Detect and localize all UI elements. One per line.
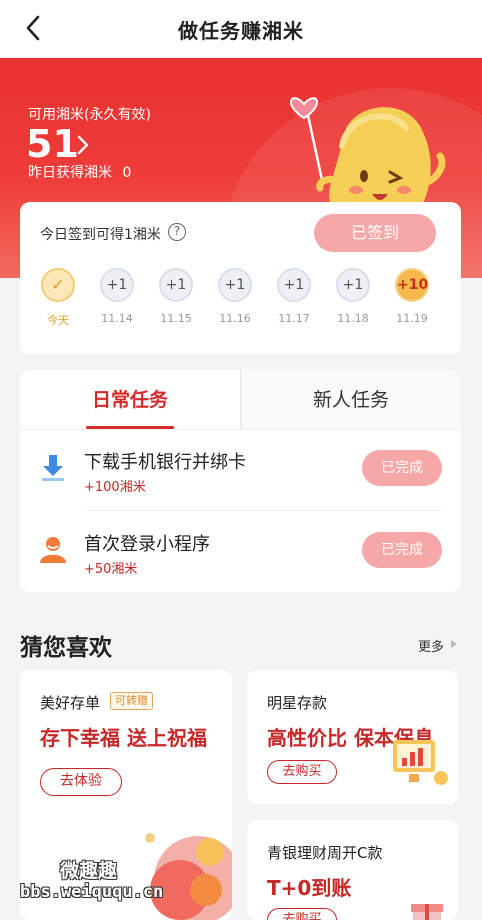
yesterday-value: 0 — [122, 165, 132, 181]
task-divider — [84, 510, 442, 511]
product-slogan: 存下幸福 送上祝福 — [40, 726, 207, 750]
product-name: 美好存单 — [40, 694, 101, 712]
watermark: 微趣趣 bbs.weiququ.cn — [20, 856, 170, 912]
recommend-title: 猜您喜欢 — [20, 635, 112, 661]
reward-coin: +1 — [218, 268, 252, 302]
task-reward: +100湘米 — [84, 480, 146, 495]
app-page: 做任务赚湘米 可用湘米(永久有效) 51 昨日获得湘米 0 今日签到可得1湘米 … — [0, 0, 482, 920]
sign-in-day: +1 11.16 — [215, 268, 255, 325]
product-name: 明星存款 — [267, 694, 328, 712]
sign-in-day-label: 11.16 — [219, 312, 251, 325]
page-title: 做任务赚湘米 — [178, 18, 304, 43]
task-tabs: 日常任务 新人任务 — [20, 370, 461, 430]
watermark-line2: bbs.weiququ.cn — [20, 882, 164, 902]
checkmark-coin-icon: ✓ — [41, 268, 75, 302]
gift-box-icon — [411, 904, 443, 920]
sign-in-day: +1 11.14 — [97, 268, 137, 325]
sign-in-tip: 今日签到可得1湘米 — [40, 227, 161, 243]
sign-in-day-label: 今天 — [47, 314, 69, 327]
tab-newbie-tasks[interactable]: 新人任务 — [241, 370, 461, 430]
user-avatar-icon — [40, 537, 66, 563]
more-link[interactable]: 更多 — [418, 636, 444, 655]
product-card-wealth[interactable]: 青银理财周开C款 T+0到账 去购买 — [247, 820, 458, 920]
task-item: 首次登录小程序 +50湘米 已完成 — [20, 512, 461, 592]
product-card-star-deposit[interactable]: 明星存款 高性价比 保本保息 去购买 — [247, 670, 458, 804]
task-item: 下载手机银行并绑卡 +100湘米 已完成 — [20, 430, 461, 510]
caret-right-icon[interactable] — [451, 640, 457, 648]
sign-in-day-label: 11.19 — [396, 312, 428, 325]
sign-in-day: +1 11.18 — [333, 268, 373, 325]
task-reward: +50湘米 — [84, 562, 138, 577]
tab-daily-tasks[interactable]: 日常任务 — [20, 370, 240, 430]
sign-in-day-label: 11.18 — [337, 312, 369, 325]
signed-button[interactable]: 已签到 — [314, 214, 436, 252]
yesterday-earned: 昨日获得湘米 0 — [28, 162, 131, 182]
sign-in-day: +1 11.17 — [274, 268, 314, 325]
product-name: 青银理财周开C款 — [267, 844, 383, 862]
task-title: 首次登录小程序 — [84, 534, 210, 555]
reward-coin: +1 — [336, 268, 370, 302]
chevron-right-icon[interactable] — [76, 134, 90, 156]
buy-button[interactable]: 去购买 — [267, 908, 337, 920]
sign-in-days: ✓ 今天 +1 11.14 +1 11.15 +1 11.16 +1 11.17 +1 11.18 +1… — [38, 268, 448, 338]
sign-in-day: +1 11.15 — [156, 268, 196, 325]
task-completed-button[interactable]: 已完成 — [362, 450, 442, 486]
transferable-tag: 可转赠 — [110, 692, 153, 710]
watermark-line1: 微趣趣 — [60, 860, 118, 882]
balance-label: 可用湘米(永久有效) — [28, 107, 151, 123]
task-title: 下载手机银行并绑卡 — [84, 452, 246, 473]
task-card: 日常任务 新人任务 下载手机银行并绑卡 +100湘米 已完成 首次登录小程序 +… — [20, 370, 461, 592]
reward-coin: +1 — [159, 268, 193, 302]
sign-in-day-label: 11.15 — [160, 312, 192, 325]
nav-bar: 做任务赚湘米 — [0, 0, 482, 58]
yesterday-label: 昨日获得湘米 — [28, 165, 112, 181]
reward-coin: +10 — [395, 268, 429, 302]
reward-coin: +1 — [100, 268, 134, 302]
sign-in-day: +10 11.19 — [392, 268, 432, 325]
download-icon — [42, 455, 64, 481]
sign-in-day-label: 11.17 — [278, 312, 310, 325]
try-button[interactable]: 去体验 — [40, 768, 122, 796]
sign-in-day-label: 11.14 — [101, 312, 133, 325]
product-slogan: T+0到账 — [267, 876, 352, 900]
sign-in-card: 今日签到可得1湘米 ? 已签到 ✓ 今天 +1 11.14 +1 11.15 +1 11.16… — [20, 202, 461, 354]
balance-value[interactable]: 51 — [26, 122, 79, 166]
task-completed-button[interactable]: 已完成 — [362, 532, 442, 568]
reward-coin: +1 — [277, 268, 311, 302]
sign-in-day: ✓ 今天 — [38, 268, 78, 328]
question-circle-icon[interactable]: ? — [168, 223, 186, 241]
chart-monitor-icon — [393, 740, 448, 785]
buy-button[interactable]: 去购买 — [267, 760, 337, 784]
chevron-left-icon[interactable] — [20, 14, 48, 42]
